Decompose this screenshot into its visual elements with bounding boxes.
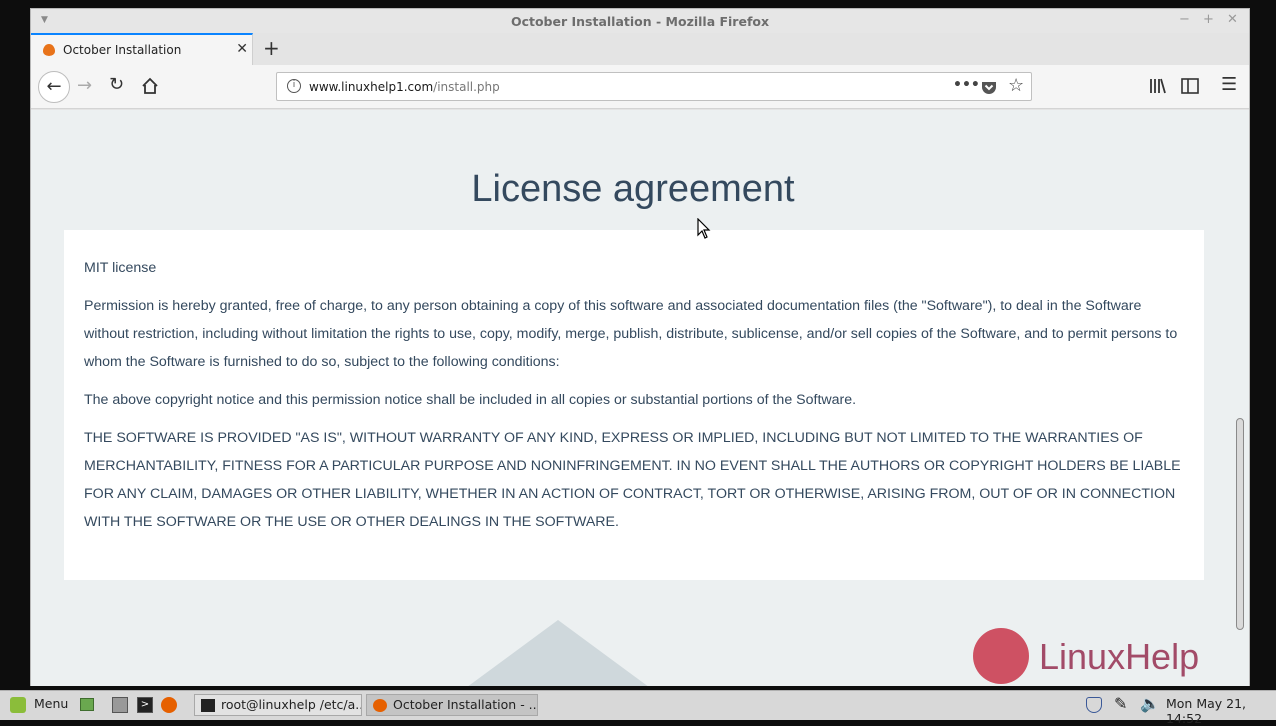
- license-paragraph: Permission is hereby granted, free of ch…: [84, 298, 1178, 370]
- file-manager-icon[interactable]: [112, 697, 128, 713]
- forward-icon[interactable]: →: [77, 75, 92, 96]
- license-paragraph: THE SOFTWARE IS PROVIDED "AS IS", WITHOU…: [84, 430, 1181, 530]
- page-actions-icon[interactable]: •••: [953, 77, 980, 93]
- hamburger-menu-icon[interactable]: ☰: [1221, 74, 1237, 95]
- firefox-icon: [373, 699, 387, 712]
- terminal-launcher-icon[interactable]: >: [137, 697, 153, 713]
- volume-icon[interactable]: 🔈: [1140, 694, 1160, 713]
- taskbar-window-label: October Installation - ...: [393, 697, 538, 712]
- clock[interactable]: Mon May 21, 14:52: [1166, 696, 1276, 726]
- license-name: MIT license: [84, 260, 157, 276]
- home-icon[interactable]: [141, 77, 159, 95]
- license-panel: MIT license Permission is hereby granted…: [64, 230, 1204, 580]
- back-icon[interactable]: ←: [38, 71, 70, 103]
- watermark-text: LinuxHelp: [1039, 636, 1200, 677]
- terminal-icon: [201, 699, 215, 712]
- bookmark-star-icon[interactable]: ☆: [1008, 75, 1024, 96]
- mountain-graphic: [463, 620, 653, 686]
- taskbar-window-label: root@linuxhelp /etc/a...: [221, 697, 362, 712]
- url-text[interactable]: www.linuxhelp1.com/install.php: [309, 80, 500, 94]
- firefox-launcher-icon[interactable]: [161, 697, 177, 713]
- page-content: License agreement MIT license Permission…: [31, 110, 1249, 686]
- tab-bar: October Installation ✕ +: [31, 33, 1249, 65]
- linuxhelp-logo-icon: [973, 628, 1029, 684]
- url-bar[interactable]: i www.linuxhelp1.com/install.php ••• ☆: [276, 72, 1032, 101]
- pocket-icon[interactable]: [981, 80, 997, 95]
- scrollbar-thumb[interactable]: [1236, 418, 1244, 630]
- close-window-icon[interactable]: ✕: [1227, 12, 1238, 27]
- window-title: October Installation - Mozilla Firefox: [510, 14, 770, 29]
- site-info-icon[interactable]: i: [287, 79, 301, 93]
- page-title: License agreement: [471, 168, 795, 210]
- browser-window: ▼ October Installation - Mozilla Firefox…: [30, 8, 1250, 686]
- tab-october-installation[interactable]: October Installation ✕: [31, 33, 253, 65]
- taskbar-window-terminal[interactable]: root@linuxhelp /etc/a...: [194, 694, 362, 716]
- show-desktop-icon[interactable]: [80, 698, 94, 711]
- sidebar-icon[interactable]: [1181, 78, 1199, 94]
- update-shield-icon[interactable]: [1086, 697, 1102, 713]
- network-icon[interactable]: ✎: [1114, 694, 1127, 713]
- tab-label: October Installation: [63, 43, 182, 57]
- license-paragraph: The above copyright notice and this perm…: [84, 392, 857, 408]
- library-icon[interactable]: [1149, 78, 1167, 94]
- title-bar: ▼ October Installation - Mozilla Firefox…: [31, 9, 1249, 33]
- taskbar: Menu > root@linuxhelp /etc/a... October …: [0, 690, 1276, 726]
- menu-label[interactable]: Menu: [34, 696, 68, 711]
- reload-icon[interactable]: ↻: [109, 74, 124, 95]
- mouse-cursor-icon: [697, 218, 711, 239]
- close-tab-icon[interactable]: ✕: [236, 41, 248, 57]
- new-tab-icon[interactable]: +: [263, 36, 280, 60]
- maximize-icon[interactable]: +: [1203, 12, 1214, 27]
- vertical-scrollbar[interactable]: [1235, 110, 1245, 686]
- taskbar-window-firefox[interactable]: October Installation - ...: [366, 694, 538, 716]
- october-favicon-icon: [43, 44, 55, 56]
- mint-menu-icon[interactable]: [10, 697, 26, 713]
- navigation-bar: ← → ↻ i www.linuxhelp1.com/install.php •…: [31, 65, 1249, 109]
- linuxhelp-watermark: LinuxHelp: [973, 628, 1233, 686]
- minimize-icon[interactable]: −: [1179, 12, 1190, 27]
